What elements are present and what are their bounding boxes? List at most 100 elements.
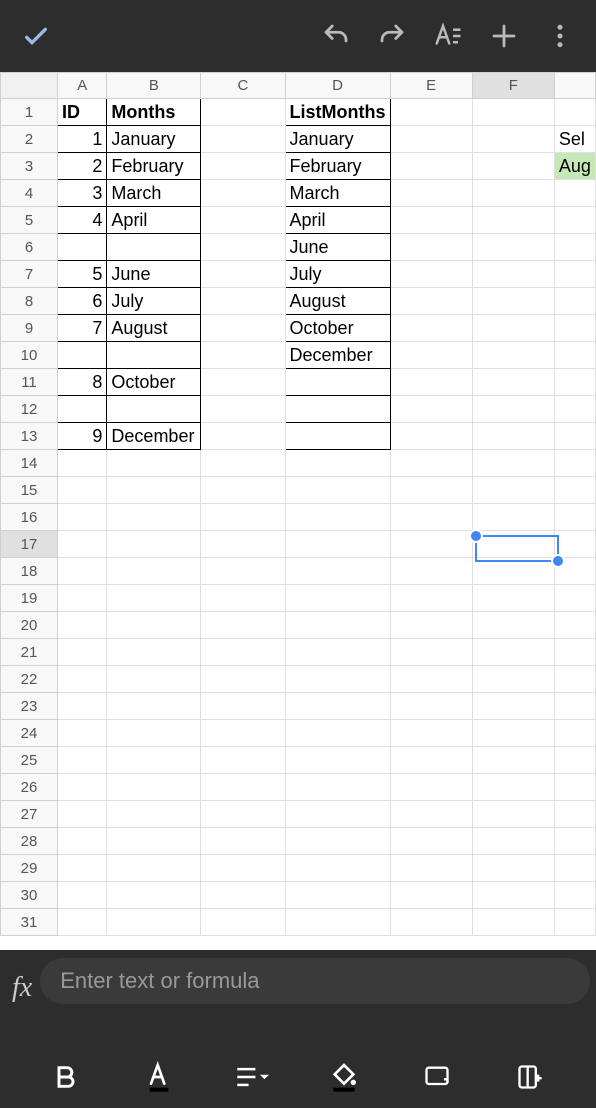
cell-C30[interactable] xyxy=(201,882,285,909)
text-format-button[interactable] xyxy=(420,8,476,64)
cell-D14[interactable] xyxy=(285,450,390,477)
cell-A28[interactable] xyxy=(58,828,107,855)
column-header-B[interactable]: B xyxy=(107,73,201,99)
cell-D5[interactable]: April xyxy=(285,207,390,234)
cell-A18[interactable] xyxy=(58,558,107,585)
cell-D6[interactable]: June xyxy=(285,234,390,261)
cell-E2[interactable] xyxy=(390,126,472,153)
cell-A27[interactable] xyxy=(58,801,107,828)
cell-A8[interactable]: 6 xyxy=(58,288,107,315)
row-header-4[interactable]: 4 xyxy=(1,180,58,207)
cell-E7[interactable] xyxy=(390,261,472,288)
cell-E10[interactable] xyxy=(390,342,472,369)
cell-D31[interactable] xyxy=(285,909,390,936)
cell-E25[interactable] xyxy=(390,747,472,774)
cell-G21[interactable] xyxy=(554,639,595,666)
cell-A13[interactable]: 9 xyxy=(58,423,107,450)
row-header-14[interactable]: 14 xyxy=(1,450,58,477)
cell-E21[interactable] xyxy=(390,639,472,666)
cell-D30[interactable] xyxy=(285,882,390,909)
cell-A22[interactable] xyxy=(58,666,107,693)
cell-B15[interactable] xyxy=(107,477,201,504)
cell-D12[interactable] xyxy=(285,396,390,423)
cell-G5[interactable] xyxy=(554,207,595,234)
cell-E9[interactable] xyxy=(390,315,472,342)
cell-A2[interactable]: 1 xyxy=(58,126,107,153)
cell-D2[interactable]: January xyxy=(285,126,390,153)
cell-F11[interactable] xyxy=(472,369,554,396)
cell-D8[interactable]: August xyxy=(285,288,390,315)
cell-G23[interactable] xyxy=(554,693,595,720)
cell-C10[interactable] xyxy=(201,342,285,369)
column-header-extra[interactable] xyxy=(554,73,595,99)
cell-B5[interactable]: April xyxy=(107,207,201,234)
row-header-18[interactable]: 18 xyxy=(1,558,58,585)
cell-E26[interactable] xyxy=(390,774,472,801)
cell-B12[interactable] xyxy=(107,396,201,423)
row-header-1[interactable]: 1 xyxy=(1,99,58,126)
cell-A25[interactable] xyxy=(58,747,107,774)
corner-cell[interactable] xyxy=(1,73,58,99)
cell-G30[interactable] xyxy=(554,882,595,909)
cell-F30[interactable] xyxy=(472,882,554,909)
cell-F9[interactable] xyxy=(472,315,554,342)
cell-E15[interactable] xyxy=(390,477,472,504)
undo-button[interactable] xyxy=(308,8,364,64)
cell-A12[interactable] xyxy=(58,396,107,423)
cell-E5[interactable] xyxy=(390,207,472,234)
cell-B2[interactable]: January xyxy=(107,126,201,153)
cell-C2[interactable] xyxy=(201,126,285,153)
cell-C4[interactable] xyxy=(201,180,285,207)
cell-C31[interactable] xyxy=(201,909,285,936)
cell-D13[interactable] xyxy=(285,423,390,450)
cell-B16[interactable] xyxy=(107,504,201,531)
cell-D15[interactable] xyxy=(285,477,390,504)
cell-F16[interactable] xyxy=(472,504,554,531)
cell-F12[interactable] xyxy=(472,396,554,423)
cell-B20[interactable] xyxy=(107,612,201,639)
cell-A7[interactable]: 5 xyxy=(58,261,107,288)
cell-F19[interactable] xyxy=(472,585,554,612)
cell-D1[interactable]: ListMonths xyxy=(285,99,390,126)
cell-D22[interactable] xyxy=(285,666,390,693)
cell-G19[interactable] xyxy=(554,585,595,612)
cell-C11[interactable] xyxy=(201,369,285,396)
cell-G3[interactable]: Aug xyxy=(554,153,595,180)
cell-D3[interactable]: February xyxy=(285,153,390,180)
cell-E23[interactable] xyxy=(390,693,472,720)
cell-E13[interactable] xyxy=(390,423,472,450)
cell-F4[interactable] xyxy=(472,180,554,207)
cell-E16[interactable] xyxy=(390,504,472,531)
cell-C18[interactable] xyxy=(201,558,285,585)
row-header-10[interactable]: 10 xyxy=(1,342,58,369)
cell-E11[interactable] xyxy=(390,369,472,396)
cell-F25[interactable] xyxy=(472,747,554,774)
cell-F13[interactable] xyxy=(472,423,554,450)
cell-C19[interactable] xyxy=(201,585,285,612)
cell-A24[interactable] xyxy=(58,720,107,747)
row-header-3[interactable]: 3 xyxy=(1,153,58,180)
bold-button[interactable] xyxy=(36,1053,96,1101)
cell-G17[interactable] xyxy=(554,531,595,558)
cell-F21[interactable] xyxy=(472,639,554,666)
cell-A23[interactable] xyxy=(58,693,107,720)
row-header-24[interactable]: 24 xyxy=(1,720,58,747)
cell-C22[interactable] xyxy=(201,666,285,693)
row-header-16[interactable]: 16 xyxy=(1,504,58,531)
cell-E14[interactable] xyxy=(390,450,472,477)
cell-G1[interactable] xyxy=(554,99,595,126)
cell-F31[interactable] xyxy=(472,909,554,936)
cell-C3[interactable] xyxy=(201,153,285,180)
cell-E3[interactable] xyxy=(390,153,472,180)
cell-B24[interactable] xyxy=(107,720,201,747)
cell-G7[interactable] xyxy=(554,261,595,288)
cell-G10[interactable] xyxy=(554,342,595,369)
cell-F1[interactable] xyxy=(472,99,554,126)
cell-B30[interactable] xyxy=(107,882,201,909)
cell-A9[interactable]: 7 xyxy=(58,315,107,342)
cell-F8[interactable] xyxy=(472,288,554,315)
cell-B31[interactable] xyxy=(107,909,201,936)
cell-E12[interactable] xyxy=(390,396,472,423)
cell-D24[interactable] xyxy=(285,720,390,747)
cell-C9[interactable] xyxy=(201,315,285,342)
